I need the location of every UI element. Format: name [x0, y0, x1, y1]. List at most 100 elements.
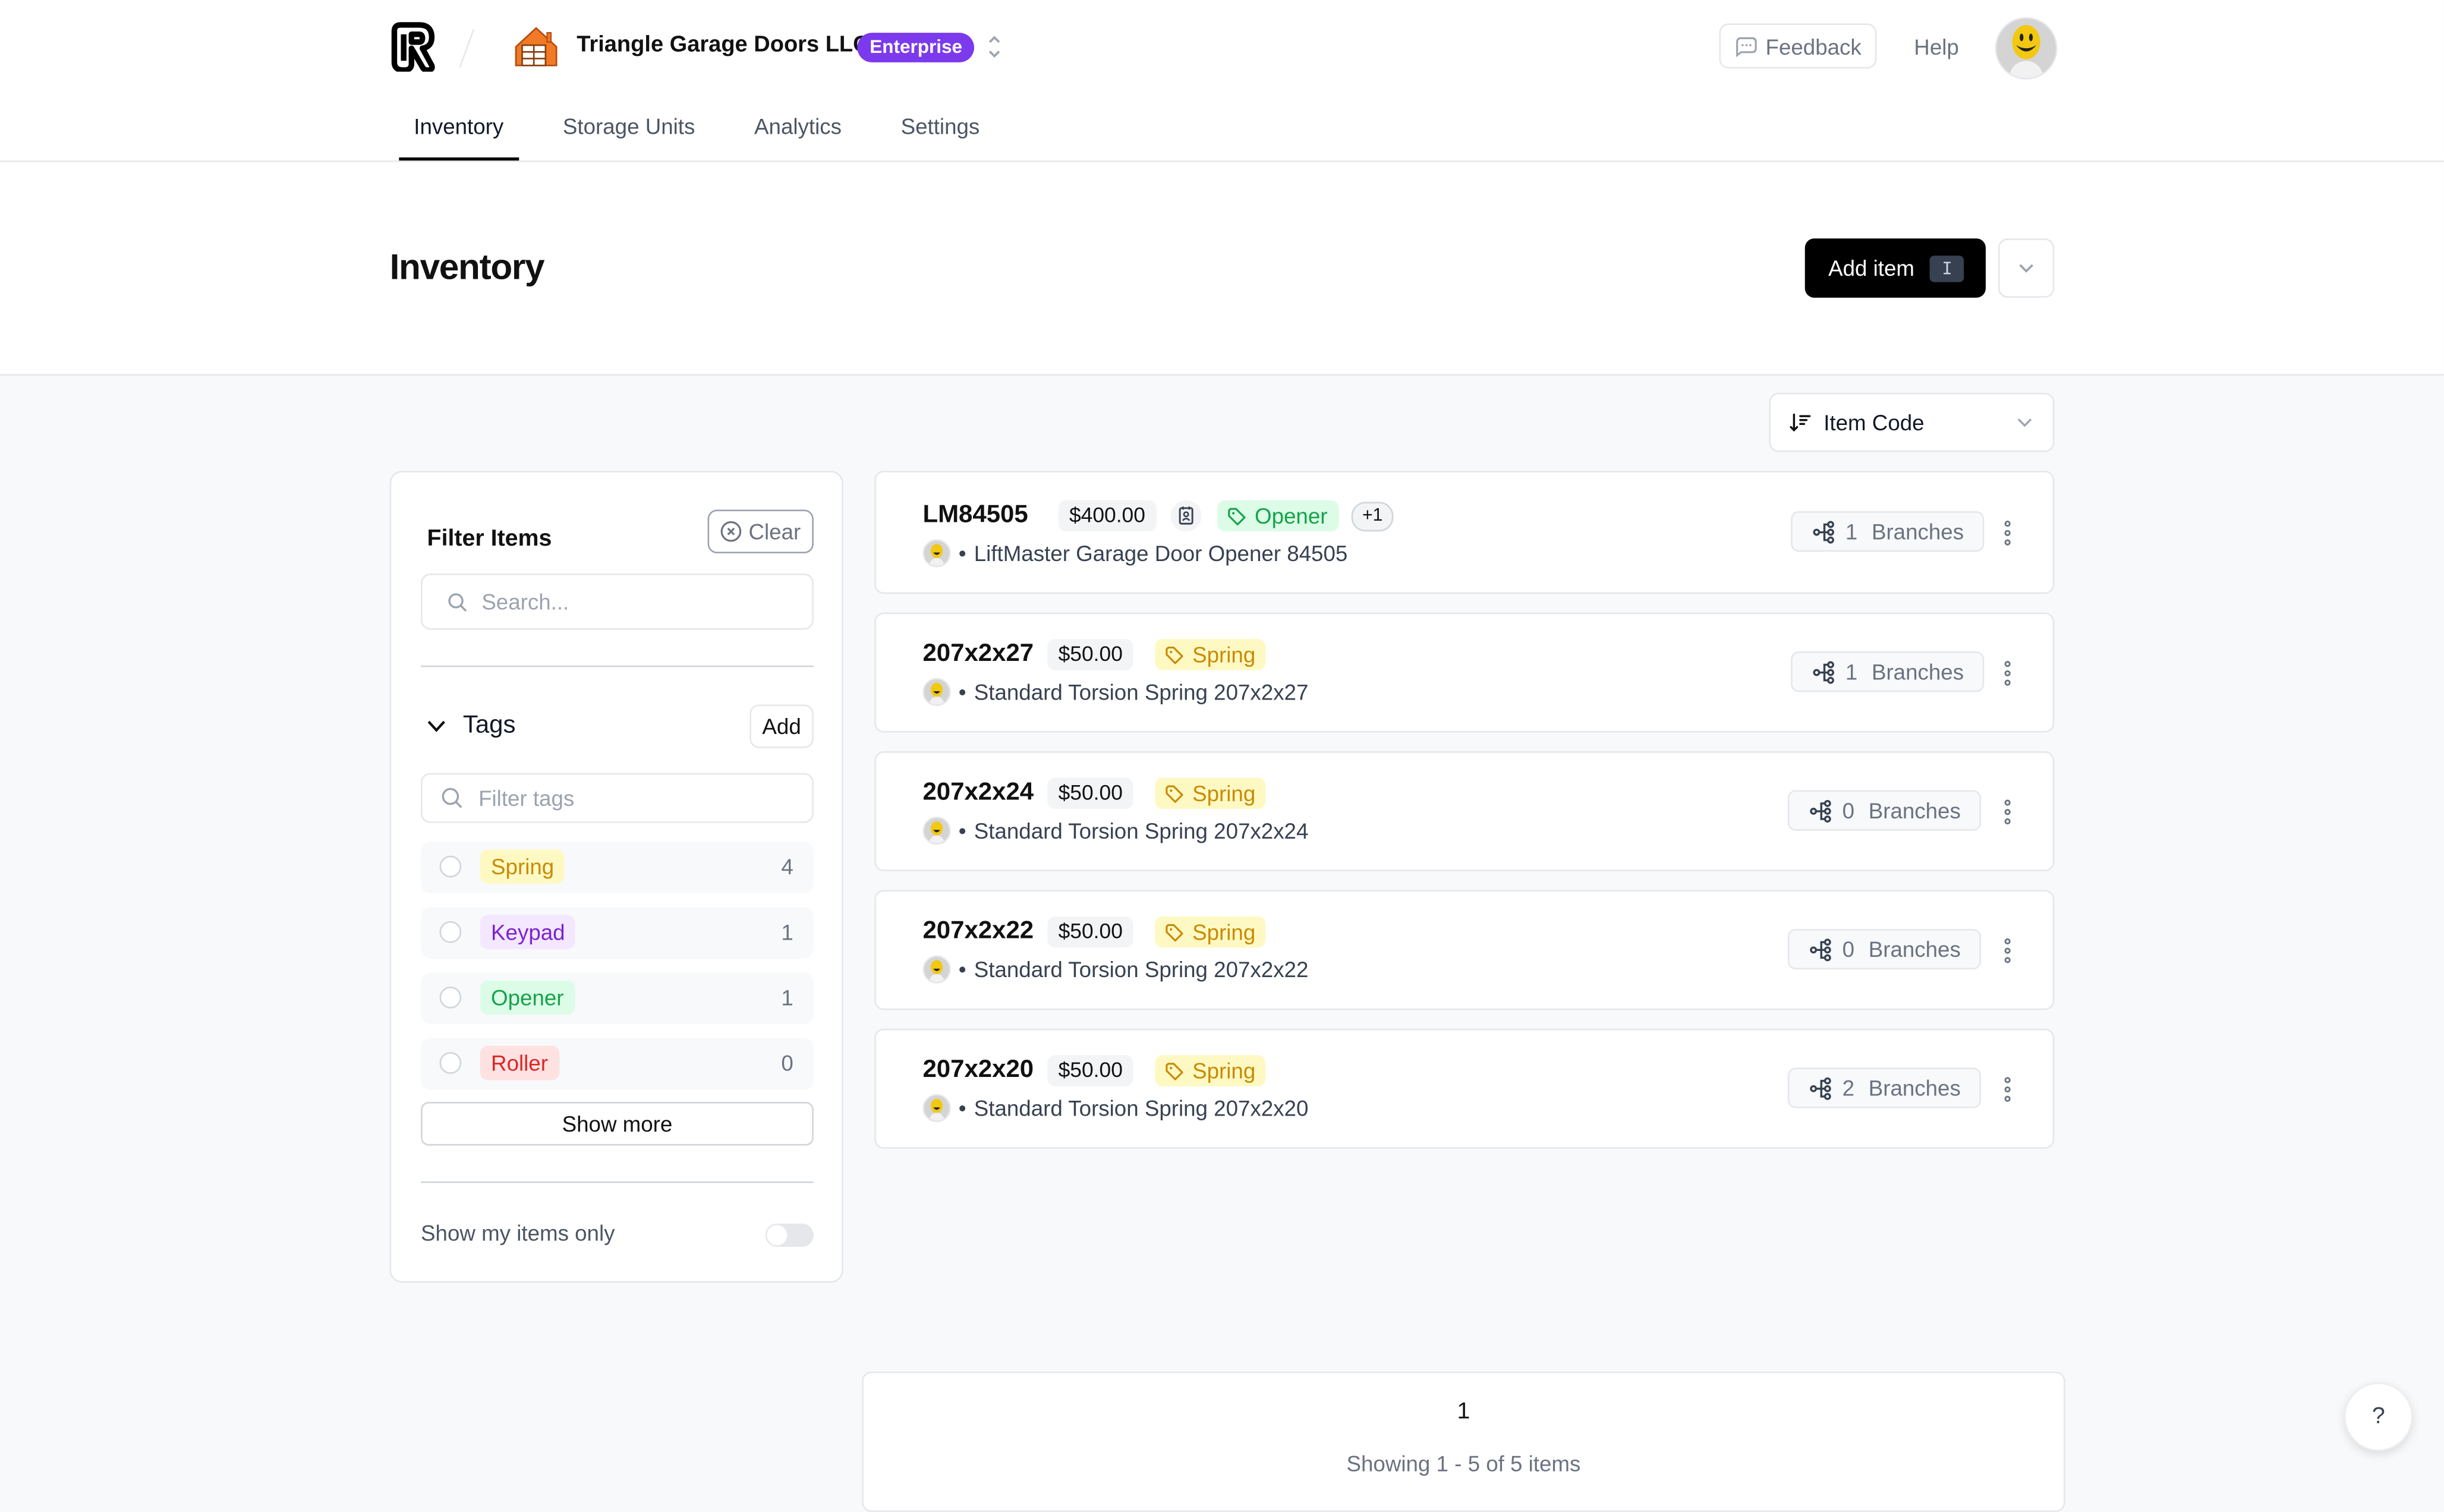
item-price: $50.00	[1047, 916, 1134, 948]
filter-title: Filter Items	[427, 525, 552, 552]
more-tags-badge[interactable]: +1	[1351, 502, 1394, 532]
branches-icon	[1810, 938, 1831, 961]
org-switcher-chevrons-icon[interactable]	[985, 33, 1003, 61]
owner-avatar	[922, 1094, 951, 1123]
search-icon	[442, 788, 462, 808]
item-tag-label: Spring	[1192, 642, 1256, 667]
tag-radio[interactable]	[439, 921, 462, 943]
item-description-row: • Standard Torsion Spring 207x2x20	[922, 1094, 1308, 1123]
branches-button[interactable]: 0 Branches	[1787, 928, 1981, 970]
branches-button[interactable]: 0 Branches	[1787, 790, 1981, 831]
branches-button[interactable]: 2 Branches	[1787, 1067, 1981, 1108]
more-options-icon[interactable]	[1992, 1074, 2023, 1105]
item-search-input[interactable]: Search...	[421, 574, 814, 630]
tag-radio[interactable]	[439, 986, 462, 1009]
sort-select[interactable]: Item Code	[1769, 392, 2055, 452]
add-item-options-button[interactable]	[1998, 238, 2055, 298]
item-code[interactable]: 207x2x22	[922, 918, 1034, 946]
add-tag-button[interactable]: Add	[749, 704, 814, 748]
item-card[interactable]: 207x2x20 $50.00 Spring • Standard Torsion Sp…	[874, 1028, 2055, 1149]
tag-radio[interactable]	[439, 1052, 462, 1074]
owner-avatar	[922, 678, 951, 706]
tag-count: 0	[781, 1050, 793, 1076]
tag-chip: Opener	[480, 980, 575, 1015]
add-item-button[interactable]: Add item I	[1804, 238, 1986, 298]
pagination-summary: Showing 1 - 5 of 5 items	[1346, 1451, 1581, 1476]
item-tag[interactable]: Spring	[1155, 639, 1267, 670]
branches-count: 1	[1845, 659, 1858, 685]
chevron-down-icon	[427, 720, 445, 732]
item-card[interactable]: LM84505 $400.00 Opener +1 • LiftMaster Garage…	[874, 470, 2055, 594]
tag-filter-placeholder: Filter tags	[478, 785, 575, 811]
item-card[interactable]: 207x2x24 $50.00 Spring • Standard Torsion Sp…	[874, 751, 2055, 871]
tag-filter-row[interactable]: Keypad 1	[421, 907, 814, 959]
branches-count: 1	[1845, 519, 1858, 544]
help-link[interactable]: Help	[1914, 34, 1959, 59]
tag-filter-row[interactable]: Opener 1	[421, 972, 814, 1024]
clear-label: Clear	[748, 519, 801, 544]
branches-label: Branches	[1871, 519, 1964, 544]
branches-button[interactable]: 1 Branches	[1791, 511, 1985, 552]
more-options-icon[interactable]	[1992, 796, 2023, 827]
item-tag-label: Spring	[1192, 1058, 1256, 1083]
item-tag-label: Opener	[1255, 503, 1328, 528]
tab-settings[interactable]: Settings	[886, 97, 995, 161]
tag-chip: Keypad	[480, 915, 576, 950]
item-card[interactable]: 207x2x22 $50.00 Spring • Standard Torsion Sp…	[874, 890, 2055, 1010]
search-icon	[448, 592, 467, 611]
tag-filter-input[interactable]: Filter tags	[421, 773, 814, 823]
breadcrumb-separator	[459, 29, 475, 68]
help-fab-button[interactable]: ?	[2344, 1382, 2413, 1451]
feedback-button[interactable]: Feedback	[1719, 23, 1877, 69]
tab-analytics[interactable]: Analytics	[739, 97, 856, 161]
item-tag[interactable]: Spring	[1155, 1055, 1267, 1086]
chevron-down-icon	[2019, 264, 2033, 273]
item-tag[interactable]: Spring	[1155, 916, 1267, 948]
page-number-current[interactable]: 1	[864, 1398, 2064, 1425]
organization-name[interactable]: Triangle Garage Doors LLC	[577, 33, 869, 58]
chat-bubble-icon	[1736, 36, 1757, 57]
sort-value: Item Code	[1823, 410, 1925, 435]
more-options-icon[interactable]	[1992, 935, 2023, 966]
item-code[interactable]: 207x2x24	[922, 779, 1034, 807]
more-options-icon[interactable]	[1992, 658, 2023, 689]
tags-section-toggle[interactable]: Tags	[426, 712, 515, 740]
item-tag[interactable]: Opener	[1217, 500, 1338, 532]
tag-icon	[1166, 1061, 1183, 1080]
tab-inventory[interactable]: Inventory	[399, 97, 518, 161]
tag-count: 1	[781, 919, 793, 945]
branches-button[interactable]: 1 Branches	[1791, 651, 1985, 692]
item-price: $50.00	[1047, 1055, 1134, 1086]
item-price: $400.00	[1058, 500, 1157, 532]
item-tag[interactable]: Spring	[1155, 777, 1267, 809]
branches-icon	[1813, 520, 1834, 543]
item-card[interactable]: 207x2x27 $50.00 Spring • Standard Torsion Sp…	[874, 612, 2055, 733]
tag-radio[interactable]	[439, 855, 462, 878]
contact-card-icon[interactable]	[1170, 500, 1202, 532]
show-my-items-toggle[interactable]	[765, 1223, 814, 1247]
search-placeholder: Search...	[481, 589, 569, 615]
more-options-icon[interactable]	[1992, 518, 2023, 549]
page-title: Inventory	[389, 246, 545, 287]
show-more-tags-button[interactable]: Show more	[421, 1102, 814, 1146]
tag-filter-row[interactable]: Spring 4	[421, 842, 814, 893]
item-code[interactable]: LM84505	[922, 502, 1028, 530]
item-code[interactable]: 207x2x20	[922, 1057, 1034, 1085]
garage-org-icon	[515, 27, 558, 67]
user-avatar[interactable]	[1995, 17, 2058, 80]
divider	[421, 665, 814, 667]
chevron-down-icon	[2017, 418, 2032, 427]
item-description: LiftMaster Garage Door Opener 84505	[974, 540, 1348, 566]
app-logo-icon[interactable]	[388, 22, 438, 72]
plan-badge: Enterprise	[857, 33, 975, 62]
tag-filter-row[interactable]: Roller 0	[421, 1038, 814, 1090]
tag-icon	[1166, 923, 1183, 941]
tab-storage-units[interactable]: Storage Units	[548, 97, 710, 161]
page-header: Inventory Add item I	[0, 162, 2444, 376]
bullet-separator: •	[958, 1095, 966, 1121]
item-description-row: • Standard Torsion Spring 207x2x22	[922, 955, 1308, 984]
keyboard-shortcut-hint: I	[1930, 254, 1964, 282]
branches-count: 0	[1842, 937, 1855, 962]
item-code[interactable]: 207x2x27	[922, 641, 1034, 669]
clear-filters-button[interactable]: Clear	[707, 509, 814, 553]
